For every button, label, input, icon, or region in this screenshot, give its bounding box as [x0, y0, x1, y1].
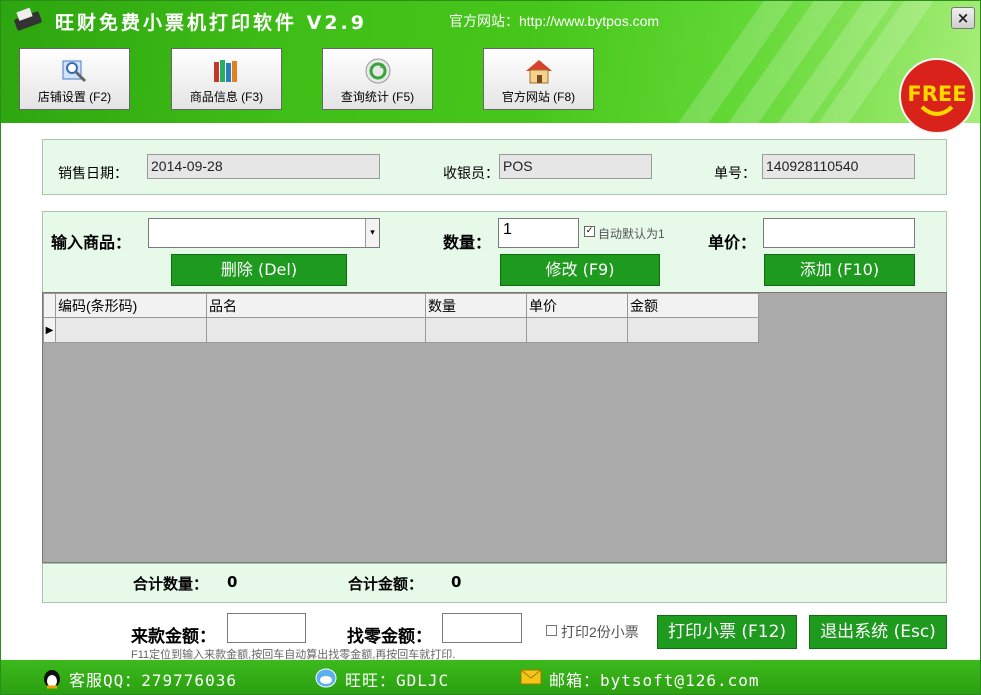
- toolbar-label: 查询统计 (F5): [340, 90, 415, 104]
- order-number-label: 单号：: [714, 165, 756, 181]
- change-amount-label: 找零金额：: [347, 627, 432, 647]
- column-header[interactable]: 编码(条形码): [55, 293, 207, 318]
- status-bar: 客服QQ：279776036 旺旺：GDLJC 邮箱：bytsoft@126.c…: [1, 660, 980, 694]
- print-receipt-button[interactable]: 打印小票 (F12): [657, 615, 797, 649]
- toolbar-label: 店铺设置 (F2): [37, 90, 112, 104]
- chevron-down-icon[interactable]: ▾: [365, 219, 379, 247]
- home-icon: [525, 60, 552, 84]
- change-amount-input[interactable]: [442, 613, 522, 643]
- table-row[interactable]: ▶: [43, 317, 759, 343]
- column-header[interactable]: 数量: [425, 293, 527, 318]
- modify-button[interactable]: 修改 (F9): [500, 254, 660, 286]
- product-label: 输入商品：: [51, 233, 132, 252]
- support-qq: 客服QQ：279776036: [69, 671, 237, 690]
- product-info-button[interactable]: 商品信息 (F3): [171, 48, 282, 110]
- product-input[interactable]: [148, 218, 380, 248]
- query-stats-button[interactable]: 查询统计 (F5): [322, 48, 433, 110]
- received-amount-input[interactable]: [227, 613, 306, 643]
- shop-settings-icon: [62, 60, 86, 83]
- main-window: 旺财免费小票机打印软件 V2.9 官方网站：http://www.bytpos.…: [0, 0, 981, 695]
- column-header[interactable]: 品名: [206, 293, 426, 318]
- print-two-copies-label: 打印2份小票: [561, 624, 639, 640]
- total-quantity-value: 0: [227, 573, 238, 591]
- support-email: 邮箱：bytsoft@126.com: [549, 671, 760, 690]
- close-button[interactable]: ×: [951, 7, 975, 29]
- total-amount-value: 0: [451, 573, 462, 591]
- auto-default-label: 自动默认为1: [598, 227, 665, 241]
- row-header-corner: [43, 293, 56, 318]
- quantity-label: 数量：: [443, 233, 492, 252]
- refresh-icon: [365, 58, 390, 84]
- column-header[interactable]: 单价: [526, 293, 628, 318]
- table-cell[interactable]: [526, 317, 628, 343]
- table-header: 编码(条形码) 品名 数量 单价 金额: [43, 293, 759, 318]
- cashier-field[interactable]: POS: [499, 154, 652, 179]
- support-wangwang: 旺旺：GDLJC: [345, 671, 450, 690]
- free-badge: FREE: [899, 58, 975, 134]
- quantity-input[interactable]: 1: [498, 218, 579, 248]
- website-label: 官方网站：http://www.bytpos.com: [449, 13, 660, 29]
- table-cell[interactable]: [425, 317, 527, 343]
- wangwang-icon: [315, 668, 337, 688]
- exit-system-button[interactable]: 退出系统 (Esc): [809, 615, 947, 649]
- official-site-button[interactable]: 官方网站 (F8): [483, 48, 594, 110]
- order-number-field[interactable]: 140928110540: [762, 154, 915, 179]
- free-badge-text: FREE: [907, 82, 966, 106]
- cashier-label: 收银员：: [443, 165, 499, 181]
- printer-icon: [14, 7, 42, 31]
- title-bar: 旺财免费小票机打印软件 V2.9 官方网站：http://www.bytpos.…: [1, 1, 980, 37]
- total-quantity-label: 合计数量：: [133, 575, 209, 593]
- books-icon: [213, 60, 237, 82]
- delete-button[interactable]: 删除 (Del): [171, 254, 347, 286]
- sale-date-field[interactable]: 2014-09-28: [147, 154, 380, 179]
- table-cell[interactable]: [55, 317, 207, 343]
- toolbar-label: 商品信息 (F3): [189, 90, 264, 104]
- mail-icon: [520, 669, 542, 685]
- entry-panel: 输入商品： ▾ 数量： 1 ✓ 自动默认为1 单价： 删除 (Del) 修改 (…: [42, 211, 947, 293]
- sale-info-panel: 销售日期： 2014-09-28 收银员： POS 单号： 1409281105…: [42, 139, 947, 195]
- unit-price-input[interactable]: [763, 218, 915, 248]
- qq-penguin-icon: [44, 670, 60, 689]
- unit-price-label: 单价：: [708, 233, 757, 252]
- toolbar-label: 官方网站 (F8): [501, 90, 576, 104]
- add-button[interactable]: 添加 (F10): [764, 254, 915, 286]
- table-cell[interactable]: [206, 317, 426, 343]
- print-two-copies-checkbox[interactable]: [546, 625, 557, 636]
- sale-date-label: 销售日期：: [58, 165, 128, 181]
- total-amount-label: 合计金额：: [348, 575, 424, 593]
- column-header[interactable]: 金额: [627, 293, 759, 318]
- items-table[interactable]: 编码(条形码) 品名 数量 单价 金额 ▶: [42, 292, 947, 563]
- received-amount-label: 来款金额：: [131, 627, 216, 647]
- table-cell[interactable]: [627, 317, 759, 343]
- auto-default-checkbox[interactable]: ✓: [584, 226, 595, 237]
- app-title: 旺财免费小票机打印软件 V2.9: [55, 12, 367, 34]
- row-pointer-icon: ▶: [43, 317, 56, 343]
- shop-settings-button[interactable]: 店铺设置 (F2): [19, 48, 130, 110]
- totals-panel: 合计数量： 0 合计金额： 0: [42, 563, 947, 603]
